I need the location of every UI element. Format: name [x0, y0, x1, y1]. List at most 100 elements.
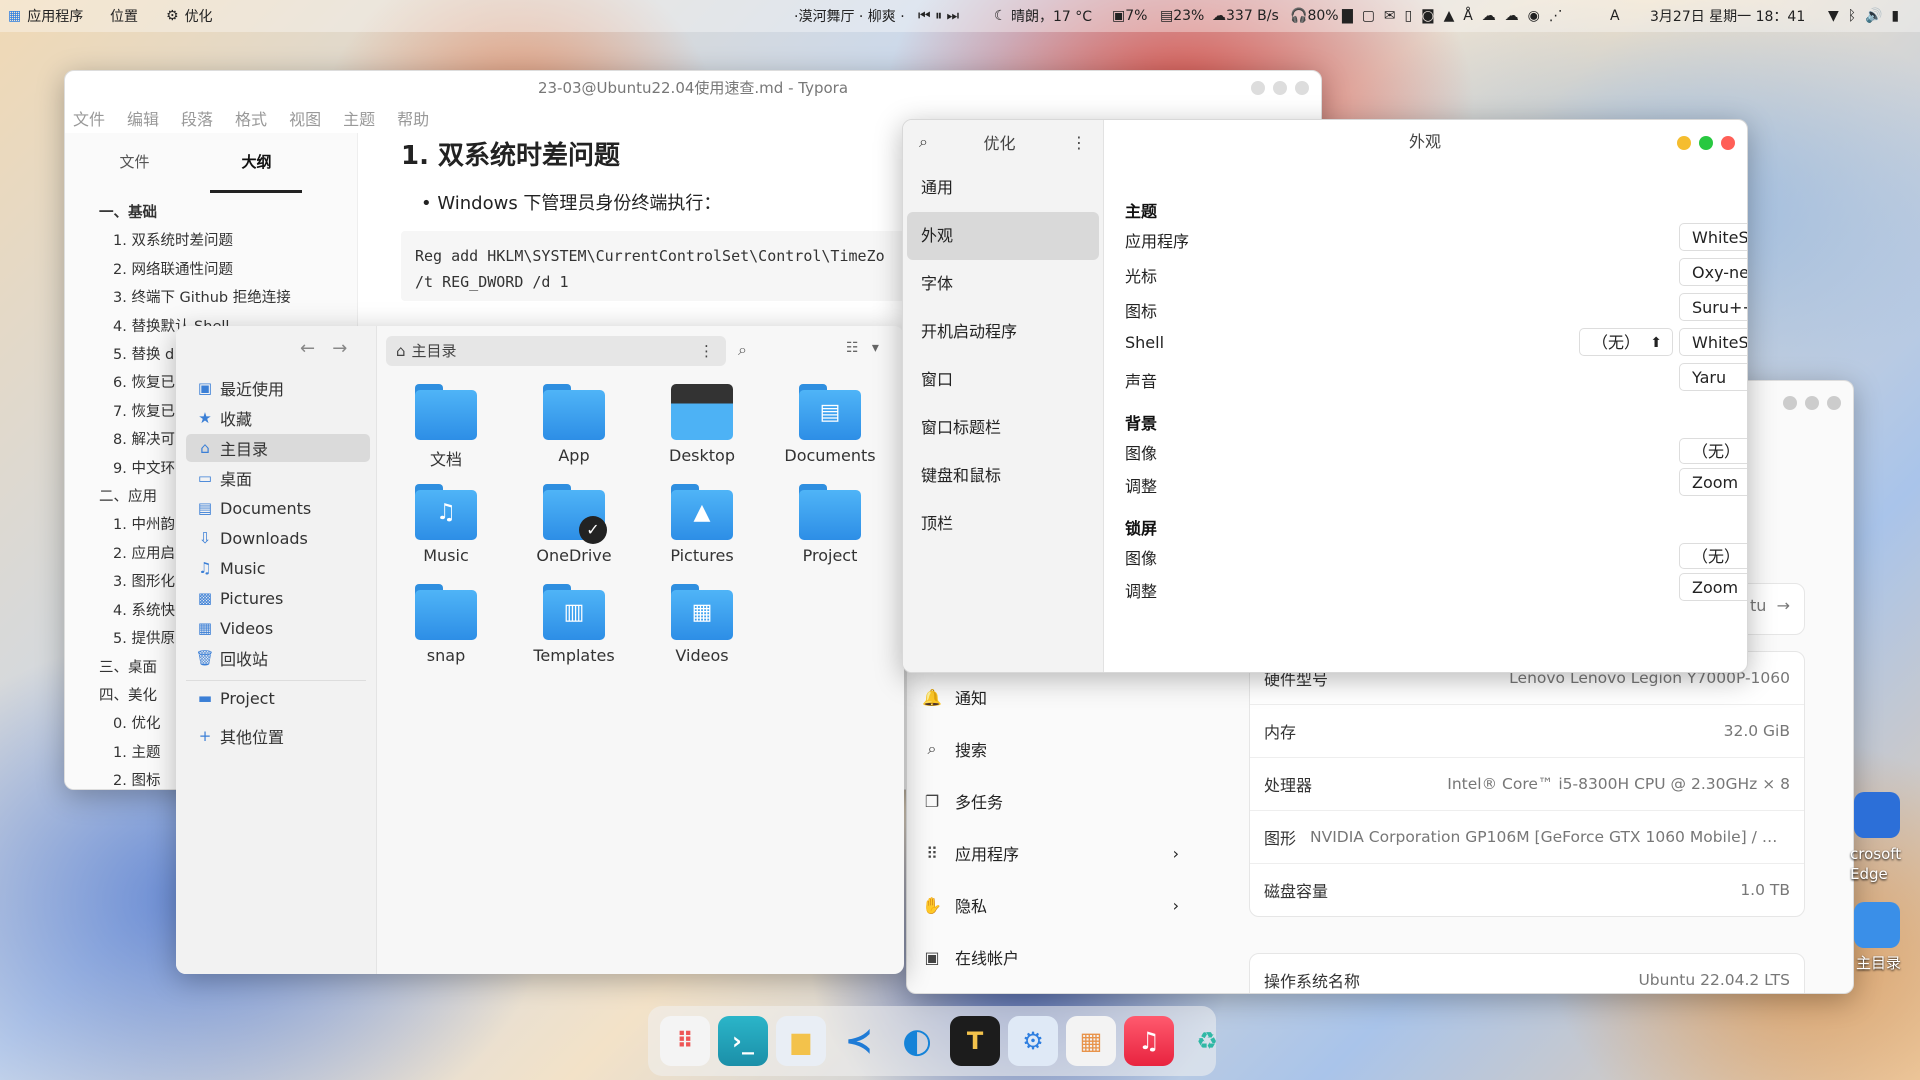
close-button[interactable] [1827, 396, 1841, 410]
sidebar-item-project[interactable]: ▬ Project [186, 684, 370, 712]
nav-windows[interactable]: 窗口 [907, 356, 1099, 404]
nav-startup[interactable]: 开机启动程序 [907, 308, 1099, 356]
tray-onedrive-icon[interactable]: ☁ [1505, 8, 1519, 24]
edge-icon[interactable]: ◐ [892, 1016, 942, 1066]
nav-topbar[interactable]: 顶栏 [907, 500, 1099, 548]
menu-paragraph[interactable]: 段落 [181, 105, 213, 135]
edge-desktop-icon[interactable] [1854, 792, 1900, 838]
tray-camera-icon[interactable]: ◙ [1421, 8, 1435, 24]
terminal-icon[interactable]: ›_ [718, 1016, 768, 1066]
cursor-theme-select[interactable]: Oxy-neon▲▼ [1679, 258, 1747, 286]
folder-item[interactable]: Project [770, 484, 890, 565]
folder-item[interactable]: App [514, 384, 634, 465]
folder-item[interactable]: 文档 [386, 384, 506, 470]
search-icon[interactable]: ⌕ [738, 340, 747, 360]
next-icon[interactable]: ⏭ [947, 8, 960, 24]
toc-item[interactable]: 1. 双系统时差问题 [99, 227, 291, 255]
sidebar-item-home[interactable]: ⌂ 主目录 [186, 434, 370, 462]
nav-search[interactable]: ⌕ 搜索 [907, 723, 1197, 775]
shell-theme-select[interactable]: WhiteSur-Light-solid▲▼ [1679, 328, 1747, 356]
settings-icon[interactable]: ⚙ [1008, 1016, 1058, 1066]
app-theme-select[interactable]: WhiteSur-Light-solid▲▼ [1679, 223, 1747, 251]
folder-item[interactable]: ▥ Templates [514, 584, 634, 665]
sidebar-item-documents[interactable]: ▤ Documents [186, 494, 370, 522]
tray-vpn-icon[interactable]: ◉ [1528, 8, 1540, 24]
nav-keyboard-mouse[interactable]: 键盘和鼠标 [907, 452, 1099, 500]
nav-online-accounts[interactable]: ▣ 在线帐户 [907, 931, 1197, 983]
back-icon[interactable]: ← [300, 338, 315, 359]
list-view-icon[interactable]: ☷ [846, 340, 859, 356]
sidebar-item-other-locations[interactable]: + 其他位置 [186, 722, 370, 750]
clock[interactable]: 3月27日 星期一 18：41 [1650, 0, 1805, 32]
sidebar-item-videos[interactable]: ▦ Videos [186, 614, 370, 642]
chevron-down-icon[interactable]: ▾ [872, 340, 879, 356]
minimize-button[interactable] [1677, 136, 1691, 150]
tweaks-dock-icon[interactable]: ▦ [1066, 1016, 1116, 1066]
vscode-icon[interactable]: ≺ [834, 1016, 884, 1066]
weather[interactable]: ☾ 晴朗，17 °C [994, 0, 1092, 32]
menu-help[interactable]: 帮助 [397, 105, 429, 135]
sidebar-item-downloads[interactable]: ⇩ Downloads [186, 524, 370, 552]
maximize-button[interactable] [1699, 136, 1713, 150]
more-icon[interactable]: ⋮ [699, 336, 714, 366]
search-icon[interactable]: ⌕ [919, 132, 928, 152]
tray-1-icon[interactable]: ▇ [1342, 8, 1353, 24]
close-button[interactable] [1295, 81, 1309, 95]
location-bar[interactable]: ⌂ 主目录 ⋮ [386, 336, 726, 366]
places-menu[interactable]: 位置 [110, 0, 138, 32]
shell-file-button[interactable]: （无） ⬆ [1579, 328, 1673, 356]
folder-item[interactable]: ▲ Pictures [642, 484, 762, 565]
folder-item[interactable]: Desktop [642, 384, 762, 465]
nav-appearance[interactable]: 外观 [907, 212, 1099, 260]
folder-item[interactable]: snap [386, 584, 506, 665]
menu-file[interactable]: 文件 [73, 105, 105, 135]
pause-icon[interactable]: ⏸ [935, 8, 942, 24]
bg-adjust-select[interactable]: Zoom▲▼ [1679, 468, 1747, 496]
sidebar-item-trash[interactable]: 🗑 回收站 [186, 644, 370, 672]
icon-theme-select[interactable]: Suru++-Light▲▼ [1679, 293, 1747, 321]
nav-multitasking[interactable]: ❐ 多任务 [907, 775, 1197, 827]
menu-icon[interactable]: ⋮ [1071, 133, 1087, 152]
media-title[interactable]: ·漠河舞厅 · 柳爽 · [794, 0, 905, 32]
keyboard-layout[interactable]: A [1610, 0, 1620, 32]
lock-adjust-select[interactable]: Zoom▲▼ [1679, 573, 1747, 601]
toc-item[interactable]: 2. 网络联通性问题 [99, 256, 291, 284]
toc-item[interactable]: 3. 终端下 Github 拒绝连接 [99, 284, 291, 312]
folder-item[interactable]: ✓ OneDrive [514, 484, 634, 565]
tweaks-app-menu[interactable]: ⚙ 优化 [166, 0, 213, 32]
tray-font-icon[interactable]: Å [1463, 8, 1473, 24]
nav-notifications[interactable]: 🔔 通知 [907, 671, 1197, 723]
forward-icon[interactable]: → [332, 338, 347, 359]
tray-cap-icon[interactable]: ▲ [1444, 8, 1455, 24]
typora-icon[interactable]: T [950, 1016, 1000, 1066]
tray-2-icon[interactable]: ▢ [1362, 8, 1375, 24]
sound-theme-select[interactable]: Yaru▲▼ [1679, 363, 1747, 391]
sidebar-item-recent[interactable]: ▣ 最近使用 [186, 374, 370, 402]
tray-clipboard-icon[interactable]: ▯ [1404, 8, 1412, 24]
folder-item[interactable]: ♫ Music [386, 484, 506, 565]
tray-dots-icon[interactable]: ⋰ [1549, 8, 1563, 24]
nav-applications[interactable]: ⠿ 应用程序 › [907, 827, 1197, 879]
folder-item[interactable]: ▦ Videos [642, 584, 762, 665]
menu-format[interactable]: 格式 [235, 105, 267, 135]
nav-privacy[interactable]: ✋ 隐私 › [907, 879, 1197, 931]
menu-edit[interactable]: 编辑 [127, 105, 159, 135]
apps-menu[interactable]: ▦ 应用程序 [8, 0, 83, 32]
sidebar-item-music[interactable]: ♫ Music [186, 554, 370, 582]
view-options[interactable]: ☷ ▾ [846, 340, 879, 356]
minimize-button[interactable] [1251, 81, 1265, 95]
tray-icons[interactable]: ▇ ▢ ✉ ▯ ◙ ▲ Å ☁ ☁ ◉ ⋰ [1342, 0, 1563, 32]
folder-item[interactable]: ▤ Documents [770, 384, 890, 465]
menu-view[interactable]: 视图 [289, 105, 321, 135]
nav-fonts[interactable]: 字体 [907, 260, 1099, 308]
code-block[interactable]: Reg add HKLM\SYSTEM\CurrentControlSet\Co… [401, 231, 941, 301]
prev-icon[interactable]: ⏮ [918, 8, 931, 24]
nav-titlebar[interactable]: 窗口标题栏 [907, 404, 1099, 452]
close-button[interactable] [1721, 136, 1735, 150]
home-desktop-icon[interactable] [1854, 902, 1900, 948]
minimize-button[interactable] [1783, 396, 1797, 410]
trash-icon[interactable]: ♻ [1182, 1016, 1232, 1066]
music-icon[interactable]: ♫ [1124, 1016, 1174, 1066]
sidebar-item-pictures[interactable]: ▩ Pictures [186, 584, 370, 612]
tray-mail-icon[interactable]: ✉ [1384, 8, 1396, 24]
